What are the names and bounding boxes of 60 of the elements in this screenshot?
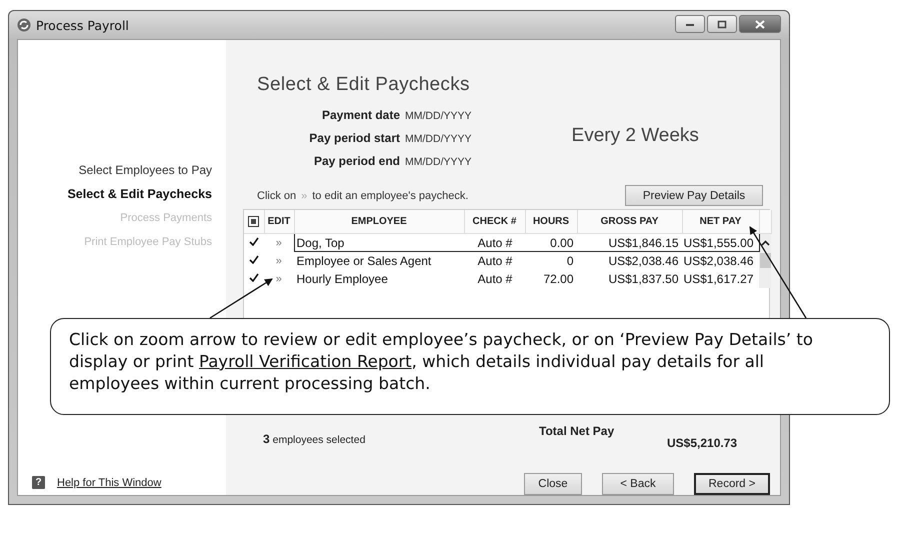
zoom-arrow-button[interactable]: » <box>276 254 282 266</box>
zoom-arrow-icon: » <box>301 190 308 202</box>
dialog-button[interactable]: Close <box>524 473 582 495</box>
table-cell-text: Auto # <box>476 236 514 250</box>
table-cell-text: 72.00 <box>542 272 574 286</box>
help-icon[interactable]: ? <box>32 476 45 489</box>
field-label: Pay period start <box>308 131 400 145</box>
table-cell-text: Hourly Employee <box>296 272 389 286</box>
selected-count: 3 employees selected <box>263 432 366 446</box>
table-cell-text: US$1,846.15 <box>607 236 678 250</box>
table-cell-text: US$1,837.50 <box>607 272 678 286</box>
table-cell-text: Dog, Top <box>296 236 346 250</box>
checkbox-icon[interactable] <box>248 216 260 227</box>
check-icon[interactable] <box>249 236 259 246</box>
table-cell-text: US$2,038.46 <box>607 254 678 268</box>
wizard-step[interactable]: Select Employees to Pay <box>78 162 212 179</box>
date-value: MM/DD/YYYY <box>405 133 472 145</box>
close-button[interactable] <box>739 15 781 33</box>
dialog-button[interactable]: Record > <box>694 473 770 495</box>
total-label: Total Net Pay <box>539 424 614 438</box>
instruction-text: Click on <box>257 190 296 202</box>
check-icon[interactable] <box>249 254 259 264</box>
field-label: Payment date <box>320 108 400 122</box>
table-cell-text: 0 <box>566 254 574 268</box>
maximize-icon <box>717 20 727 28</box>
minimize-button[interactable] <box>675 15 705 33</box>
date-value: MM/DD/YYYY <box>405 110 472 122</box>
zoom-arrow-button[interactable]: » <box>276 236 282 249</box>
table-cell-text: US$1,555.00 <box>682 236 754 250</box>
maximize-button[interactable] <box>707 15 737 33</box>
table-cell-text: Auto # <box>476 254 514 268</box>
minimize-icon <box>685 21 695 27</box>
table-row[interactable]: Employee or Sales Agent Auto # 0 US$2,038.46 US$2,038.46 <box>294 252 759 270</box>
wizard-step[interactable]: Select & Edit Paychecks <box>67 186 212 203</box>
scrollbar-thumb[interactable] <box>760 253 771 268</box>
close-icon <box>755 20 765 28</box>
date-value: MM/DD/YYYY <box>405 156 472 168</box>
instruction-text: to edit an employee's paycheck. <box>312 190 468 202</box>
callout-text: Click on zoom arrow to review or edit employee’s paycheck, or on ‘Preview Pay Details’ to display or print Payroll Verification Report, which details individual pay details for all employees within current processing batch. <box>69 329 814 395</box>
table-cell-text: Auto # <box>476 272 514 286</box>
table-row[interactable]: Dog, Top Auto # 0.00 US$1,846.15 US$1,555.00 <box>294 234 759 252</box>
total-value: US$5,210.73 <box>667 436 738 450</box>
field-label: Pay period end <box>312 154 400 168</box>
table-cell-text: US$2,038.46 <box>682 254 754 268</box>
table-cell-text: US$1,617.27 <box>682 272 754 286</box>
scroll-up-icon[interactable] <box>760 240 770 246</box>
table-row[interactable]: Hourly Employee Auto # 72.00 US$1,837.50 US$1,617.27 <box>294 270 759 288</box>
pointer-arrow <box>210 278 273 319</box>
dialog-button[interactable]: < Back <box>602 473 674 495</box>
check-icon[interactable] <box>249 272 259 282</box>
column-header[interactable]: EMPLOYEE <box>351 216 407 227</box>
zoom-arrow-button[interactable]: » <box>276 272 282 284</box>
page-heading: Select & Edit Paychecks <box>257 74 471 96</box>
window-title: Process Payroll <box>36 18 129 32</box>
pay-frequency: Every 2 Weeks <box>572 125 699 147</box>
app-icon <box>17 18 31 32</box>
help-link[interactable]: Help for This Window <box>57 476 162 488</box>
preview-pay-details-button[interactable]: Preview Pay Details <box>625 185 763 206</box>
table-cell-text: 0.00 <box>549 236 574 250</box>
table-cell-text: Employee or Sales Agent <box>296 254 432 268</box>
